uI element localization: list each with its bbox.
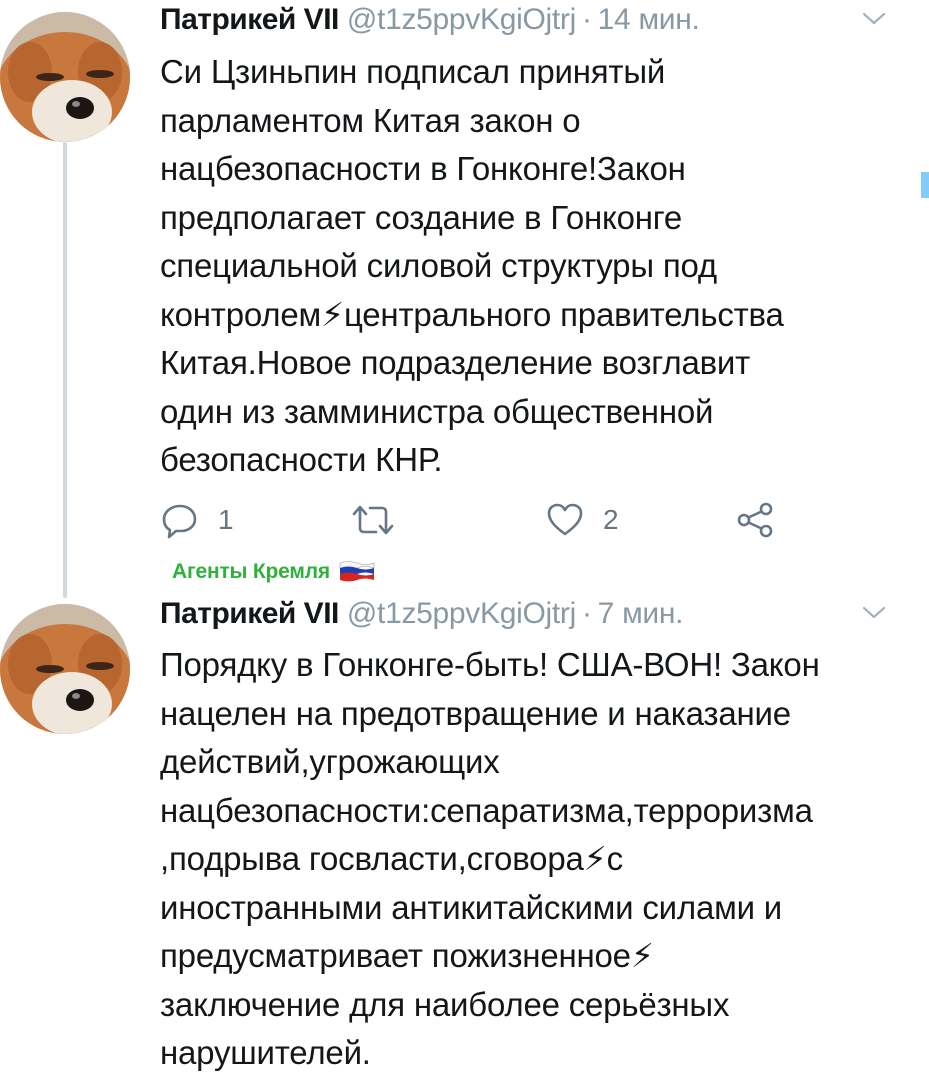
tweet-text: Порядку в Гонконге-быть! США-ВОН! Закон … bbox=[160, 646, 820, 1071]
tweet-header: Патрикей VII @t1z5ppvKgiOjtrj · 7 мин. bbox=[160, 594, 889, 634]
group-label[interactable]: Агенты Кремля bbox=[172, 556, 376, 588]
scrollbar-thumb[interactable] bbox=[921, 172, 929, 198]
retweet-button[interactable] bbox=[350, 500, 414, 540]
fox-avatar-icon bbox=[0, 604, 130, 734]
tweet-time[interactable]: 7 мин. bbox=[598, 594, 684, 634]
retweet-icon bbox=[352, 505, 394, 535]
chevron-down-icon[interactable] bbox=[859, 600, 889, 624]
author-name[interactable]: Патрикей VII bbox=[160, 594, 339, 634]
tweet-actions: 1 2 bbox=[160, 500, 800, 548]
heart-icon bbox=[547, 503, 583, 536]
russia-flag-icon bbox=[339, 561, 375, 582]
user-avatar[interactable] bbox=[0, 604, 130, 734]
author-handle[interactable]: @t1z5ppvKgiOjtrj bbox=[347, 594, 576, 634]
like-button[interactable]: 2 bbox=[545, 500, 619, 540]
reply-button[interactable]: 1 bbox=[160, 500, 234, 540]
tweet-text: Си Цзиньпин подписал принятый парламенто… bbox=[160, 53, 784, 478]
share-icon bbox=[737, 502, 773, 538]
fox-avatar-icon bbox=[0, 12, 130, 142]
like-count: 2 bbox=[603, 504, 619, 535]
tweet-header: Патрикей VII @t1z5ppvKgiOjtrj · 14 мин. bbox=[160, 0, 889, 40]
reply-count: 1 bbox=[218, 504, 234, 535]
chevron-down-icon[interactable] bbox=[859, 6, 889, 30]
user-avatar[interactable] bbox=[0, 12, 130, 142]
header-separator: · bbox=[581, 3, 592, 36]
author-name[interactable]: Патрикей VII bbox=[160, 0, 339, 40]
header-separator: · bbox=[581, 597, 592, 630]
thread-connector-line bbox=[63, 142, 67, 598]
author-handle[interactable]: @t1z5ppvKgiOjtrj bbox=[347, 0, 576, 40]
reply-icon bbox=[162, 504, 197, 539]
group-label-text: Агенты Кремля bbox=[172, 560, 330, 583]
share-button[interactable] bbox=[735, 500, 775, 540]
tweet-time[interactable]: 14 мин. bbox=[598, 0, 700, 40]
